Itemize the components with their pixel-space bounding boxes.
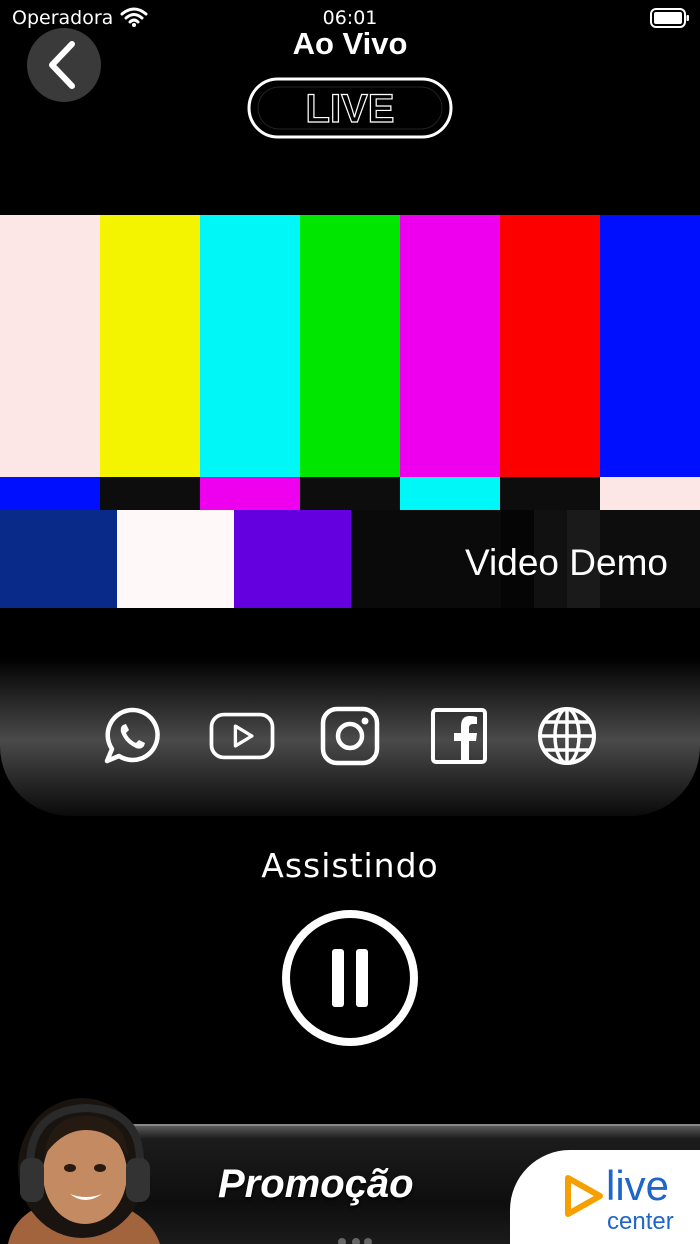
facebook-icon — [430, 708, 487, 764]
live-badge-label: LIVE — [306, 87, 395, 131]
video-caption: Video Demo — [465, 542, 668, 583]
player-status: Assistindo — [261, 846, 439, 885]
pause-icon-bar-left — [332, 949, 344, 1007]
whatsapp-icon — [104, 707, 160, 764]
pause-icon-bar-right — [356, 949, 368, 1007]
brand-live-text: live — [606, 1162, 670, 1209]
instagram-button[interactable] — [317, 704, 383, 768]
instagram-icon — [320, 706, 380, 766]
globe-icon — [538, 707, 596, 765]
pause-button[interactable] — [282, 910, 418, 1046]
headphones-woman-image — [8, 1098, 160, 1244]
promo-text: Promoção — [218, 1162, 414, 1206]
battery-icon — [650, 8, 689, 28]
website-button[interactable] — [534, 704, 600, 768]
facebook-button[interactable] — [426, 704, 492, 768]
brand-center-text: center — [607, 1208, 674, 1235]
page-indicator — [338, 1238, 372, 1244]
promo-banner[interactable]: Promoção live center — [0, 1096, 700, 1244]
whatsapp-button[interactable] — [100, 704, 166, 768]
youtube-icon — [209, 712, 274, 760]
social-panel — [0, 658, 700, 816]
social-links — [100, 704, 600, 768]
page-title: Ao Vivo — [292, 26, 408, 61]
video-player[interactable]: Video Demo — [0, 215, 700, 608]
live-badge: LIVE — [247, 77, 453, 139]
youtube-button[interactable] — [209, 704, 275, 768]
